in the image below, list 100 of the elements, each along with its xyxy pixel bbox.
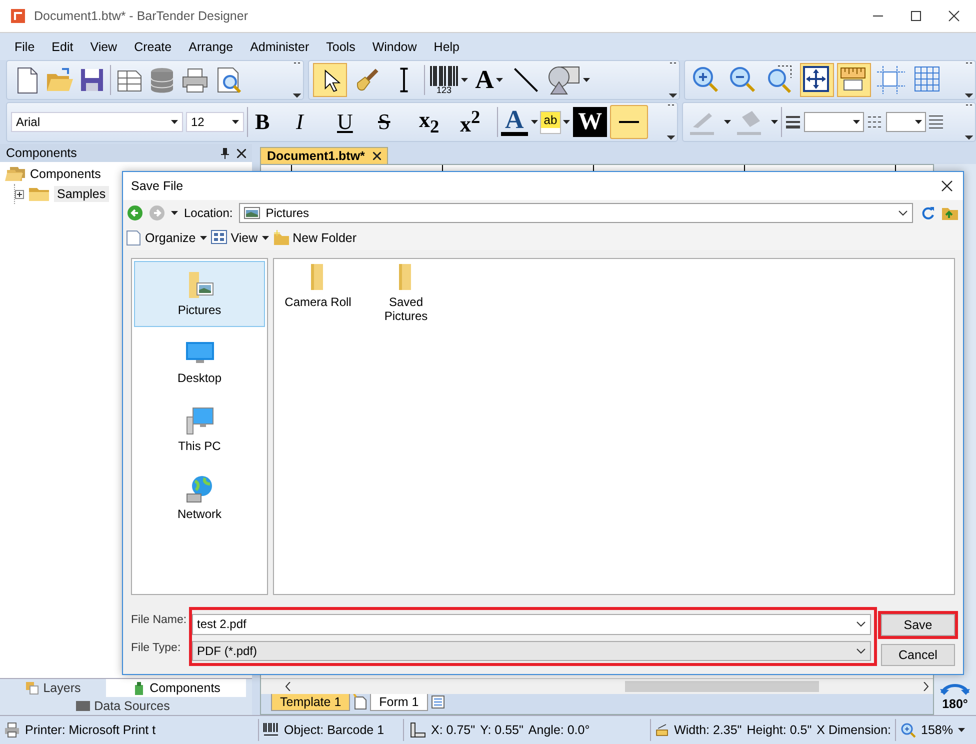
scroll-right-icon[interactable]	[923, 682, 929, 691]
caret-icon[interactable]	[583, 78, 590, 82]
tree-item[interactable]: Samples	[54, 186, 109, 202]
caret-icon[interactable]	[171, 211, 178, 215]
up-folder-icon[interactable]	[941, 206, 959, 220]
page-tab[interactable]: Template 1	[271, 694, 350, 711]
tree-item[interactable]: Components	[30, 167, 101, 181]
menu-item[interactable]: Help	[425, 36, 468, 56]
highlight-button[interactable]: ab	[540, 112, 560, 132]
form-icon[interactable]	[430, 694, 446, 710]
font-color-button[interactable]: A	[501, 108, 528, 136]
caret-icon[interactable]	[563, 120, 570, 124]
font-size-field[interactable]: 12	[186, 112, 244, 132]
caret-icon[interactable]	[853, 120, 860, 124]
toolbar-overflow-icon[interactable]	[965, 103, 973, 141]
caret-icon[interactable]	[232, 120, 239, 124]
toolbar-overflow-icon[interactable]	[293, 61, 301, 99]
file-type-dropdown[interactable]: PDF (*.pdf)	[192, 640, 871, 661]
toolbar-overflow-icon[interactable]	[667, 103, 675, 141]
new-page-icon[interactable]	[352, 694, 368, 710]
barcode-tool[interactable]: 123	[428, 63, 469, 97]
text-tool[interactable]: A	[475, 65, 494, 95]
location-field[interactable]: Pictures	[238, 203, 913, 223]
view-menu[interactable]: View	[210, 230, 269, 246]
status-text: Printer: Microsoft Print t	[25, 723, 156, 737]
shapes-icon[interactable]	[547, 65, 581, 95]
rotation-label[interactable]: 180°	[942, 697, 968, 711]
italic-button[interactable]: I	[292, 109, 330, 135]
caret-icon[interactable]	[496, 78, 503, 82]
barcode-caption: 123	[436, 86, 452, 94]
folder-icon	[310, 263, 326, 291]
zoom-icon	[900, 722, 916, 738]
chevron-down-icon	[856, 648, 866, 654]
menu-item[interactable]: Administer	[242, 36, 318, 56]
close-icon[interactable]	[372, 152, 381, 160]
toolbar-overflow-icon[interactable]	[669, 61, 677, 99]
menu-item[interactable]: Create	[126, 36, 180, 56]
refresh-icon[interactable]	[921, 206, 935, 220]
caret-icon[interactable]	[262, 236, 269, 240]
app-logo-icon	[10, 8, 26, 24]
status-text: Object: Barcode 1	[284, 723, 384, 737]
folder-item[interactable]: Saved Pictures	[368, 263, 444, 323]
organize-menu[interactable]: Organize	[125, 230, 207, 246]
ruler-icon[interactable]	[837, 63, 871, 97]
place-item[interactable]: Desktop	[134, 329, 265, 395]
pointer-tool-icon[interactable]	[313, 63, 347, 97]
status-text: X Dimension:	[816, 723, 891, 737]
caret-icon[interactable]	[200, 236, 207, 240]
menu-item[interactable]: Tools	[318, 36, 364, 56]
fit-arrows-icon[interactable]	[800, 63, 834, 97]
rotate-arrows-icon[interactable]	[940, 681, 970, 695]
place-item[interactable]: This PC	[134, 397, 265, 463]
computer-icon	[184, 407, 214, 435]
document-tab[interactable]: Document1.btw*	[260, 147, 388, 164]
close-icon[interactable]	[237, 148, 246, 158]
cancel-button[interactable]: Cancel	[881, 644, 955, 666]
caret-icon[interactable]	[958, 728, 965, 732]
caret-icon[interactable]	[771, 120, 778, 124]
scrollbar-thumb[interactable]	[625, 681, 819, 692]
file-name-field[interactable]: test 2.pdf	[192, 614, 871, 634]
zoom-level[interactable]: 158%	[921, 723, 953, 737]
bold-button[interactable]: B	[251, 109, 289, 135]
reverse-text-button[interactable]: W	[573, 107, 608, 137]
close-icon[interactable]	[948, 10, 960, 22]
expand-icon[interactable]	[15, 190, 24, 198]
folder-item[interactable]: Camera Roll	[280, 263, 356, 309]
panel-title: Components	[6, 146, 78, 160]
pin-icon[interactable]	[221, 148, 229, 158]
close-icon[interactable]	[941, 180, 953, 192]
caret-icon[interactable]	[171, 120, 178, 124]
page-tab[interactable]: Form 1	[370, 694, 428, 711]
toolbar-overflow-icon[interactable]	[965, 61, 973, 99]
caret-icon[interactable]	[461, 78, 468, 82]
panel-tab[interactable]: Layers	[0, 679, 106, 697]
underline-button[interactable]: U	[333, 109, 371, 135]
menu-item[interactable]: File	[6, 36, 44, 56]
font-name-field[interactable]: Arial	[11, 112, 183, 132]
maximize-icon[interactable]	[910, 10, 922, 22]
subscript-button[interactable]: x$_{2}$	[415, 106, 453, 138]
new-folder-button[interactable]: New Folder	[272, 230, 357, 246]
caret-icon[interactable]	[915, 120, 922, 124]
line-style-button[interactable]	[610, 105, 648, 139]
menu-item[interactable]: View	[82, 36, 126, 56]
strikethrough-button[interactable]: S	[374, 109, 412, 135]
back-icon[interactable]	[127, 205, 143, 221]
snap-guides-icon[interactable]	[874, 63, 908, 97]
ruler-icon	[410, 722, 426, 738]
caret-icon[interactable]	[530, 120, 538, 124]
scroll-left-icon[interactable]	[285, 682, 291, 691]
place-item[interactable]: Pictures	[134, 261, 265, 327]
menu-item[interactable]: Window	[364, 36, 426, 56]
save-button[interactable]: Save	[881, 614, 955, 636]
place-item[interactable]: Network	[134, 465, 265, 531]
menu-item[interactable]: Arrange	[180, 36, 242, 56]
panel-tab[interactable]: Components	[106, 679, 246, 697]
superscript-button[interactable]: x$^{2}$	[456, 106, 494, 138]
line-weight-icon	[785, 114, 801, 130]
align-lines-icon[interactable]	[929, 114, 943, 130]
menu-item[interactable]: Edit	[43, 36, 82, 56]
caret-icon[interactable]	[724, 120, 731, 124]
